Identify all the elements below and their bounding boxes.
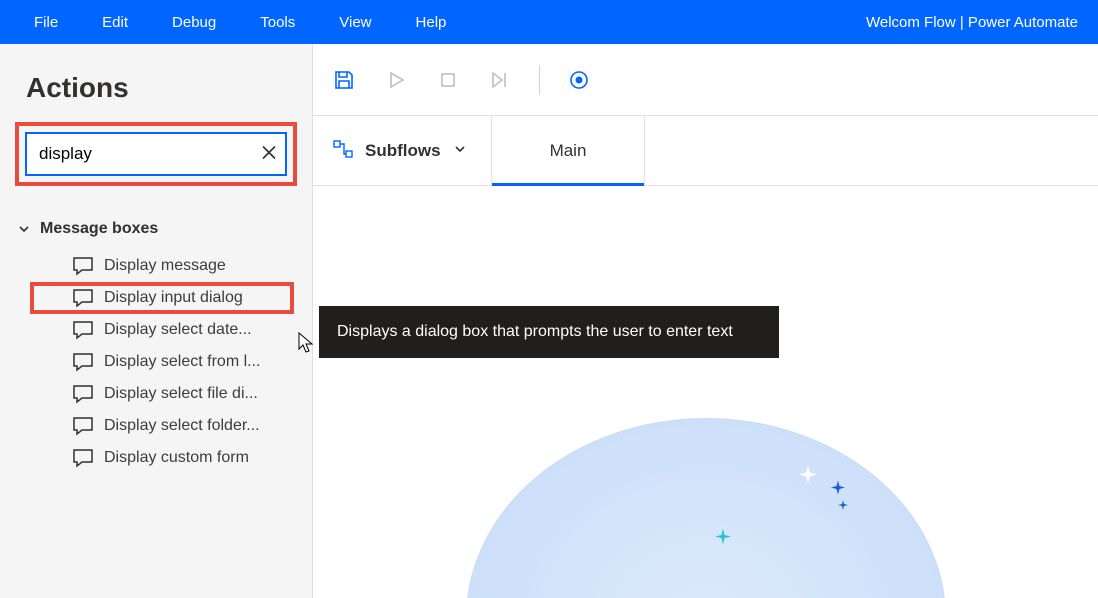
message-box-icon bbox=[72, 352, 94, 372]
clear-icon[interactable] bbox=[261, 145, 277, 164]
action-tooltip: Displays a dialog box that prompts the u… bbox=[319, 306, 779, 358]
run-button[interactable] bbox=[383, 67, 409, 93]
tab-main[interactable]: Main bbox=[492, 116, 646, 185]
tabs-bar: Subflows Main bbox=[313, 116, 1098, 186]
action-label: Display custom form bbox=[104, 449, 249, 467]
menu-tools[interactable]: Tools bbox=[238, 4, 317, 41]
toolbar-divider bbox=[539, 65, 540, 95]
action-display-select-folder[interactable]: Display select folder... bbox=[30, 410, 294, 442]
tooltip-text: Displays a dialog box that prompts the u… bbox=[337, 323, 733, 340]
message-box-icon bbox=[72, 448, 94, 468]
message-box-icon bbox=[72, 320, 94, 340]
chevron-down-icon bbox=[453, 142, 467, 159]
message-box-icon bbox=[72, 288, 94, 308]
save-button[interactable] bbox=[331, 67, 357, 93]
toolbar bbox=[313, 44, 1098, 116]
stop-button[interactable] bbox=[435, 67, 461, 93]
message-box-icon bbox=[72, 384, 94, 404]
action-display-select-from-list[interactable]: Display select from l... bbox=[30, 346, 294, 378]
cloud-illustration bbox=[466, 418, 946, 598]
action-display-select-date[interactable]: Display select date... bbox=[30, 314, 294, 346]
action-label: Display select from l... bbox=[104, 353, 260, 371]
step-button[interactable] bbox=[487, 67, 513, 93]
message-box-icon bbox=[72, 256, 94, 276]
chevron-down-icon bbox=[18, 223, 30, 235]
window-title: Welcom Flow | Power Automate bbox=[866, 14, 1086, 31]
action-label: Display select file di... bbox=[104, 385, 258, 403]
category-title: Message boxes bbox=[40, 220, 158, 238]
action-display-custom-form[interactable]: Display custom form bbox=[30, 442, 294, 474]
menubar-items: File Edit Debug Tools View Help bbox=[12, 4, 468, 41]
menu-help[interactable]: Help bbox=[394, 4, 469, 41]
menu-debug[interactable]: Debug bbox=[150, 4, 238, 41]
action-display-select-file-dialog[interactable]: Display select file di... bbox=[30, 378, 294, 410]
tab-label: Main bbox=[550, 141, 587, 161]
sparkle-icon bbox=[715, 529, 731, 548]
action-label: Display select folder... bbox=[104, 417, 260, 435]
action-list: Display message Display input dialog Dis… bbox=[18, 250, 294, 474]
subflows-label: Subflows bbox=[365, 141, 441, 161]
menu-file[interactable]: File bbox=[12, 4, 80, 41]
search-highlight-box bbox=[15, 122, 297, 186]
message-box-icon bbox=[72, 416, 94, 436]
action-display-input-dialog[interactable]: Display input dialog bbox=[30, 282, 294, 314]
menu-view[interactable]: View bbox=[317, 4, 393, 41]
search-input[interactable] bbox=[27, 134, 285, 174]
category-header[interactable]: Message boxes bbox=[18, 214, 294, 244]
menu-edit[interactable]: Edit bbox=[80, 4, 150, 41]
menubar: File Edit Debug Tools View Help Welcom F… bbox=[0, 0, 1098, 44]
sparkle-icon bbox=[838, 497, 848, 513]
canvas[interactable] bbox=[313, 186, 1098, 598]
subflows-dropdown[interactable]: Subflows bbox=[313, 116, 492, 185]
action-display-message[interactable]: Display message bbox=[30, 250, 294, 282]
category-message-boxes: Message boxes Display message Display in… bbox=[0, 214, 312, 474]
action-label: Display select date... bbox=[104, 321, 252, 339]
action-label: Display input dialog bbox=[104, 289, 243, 307]
subflows-icon bbox=[333, 140, 353, 161]
search-box[interactable] bbox=[25, 132, 287, 176]
sparkle-icon bbox=[831, 481, 845, 498]
actions-sidebar: Actions Message boxes bbox=[0, 44, 313, 598]
actions-title: Actions bbox=[0, 64, 312, 122]
sparkle-icon bbox=[799, 466, 817, 487]
action-label: Display message bbox=[104, 257, 226, 275]
record-button[interactable] bbox=[566, 67, 592, 93]
